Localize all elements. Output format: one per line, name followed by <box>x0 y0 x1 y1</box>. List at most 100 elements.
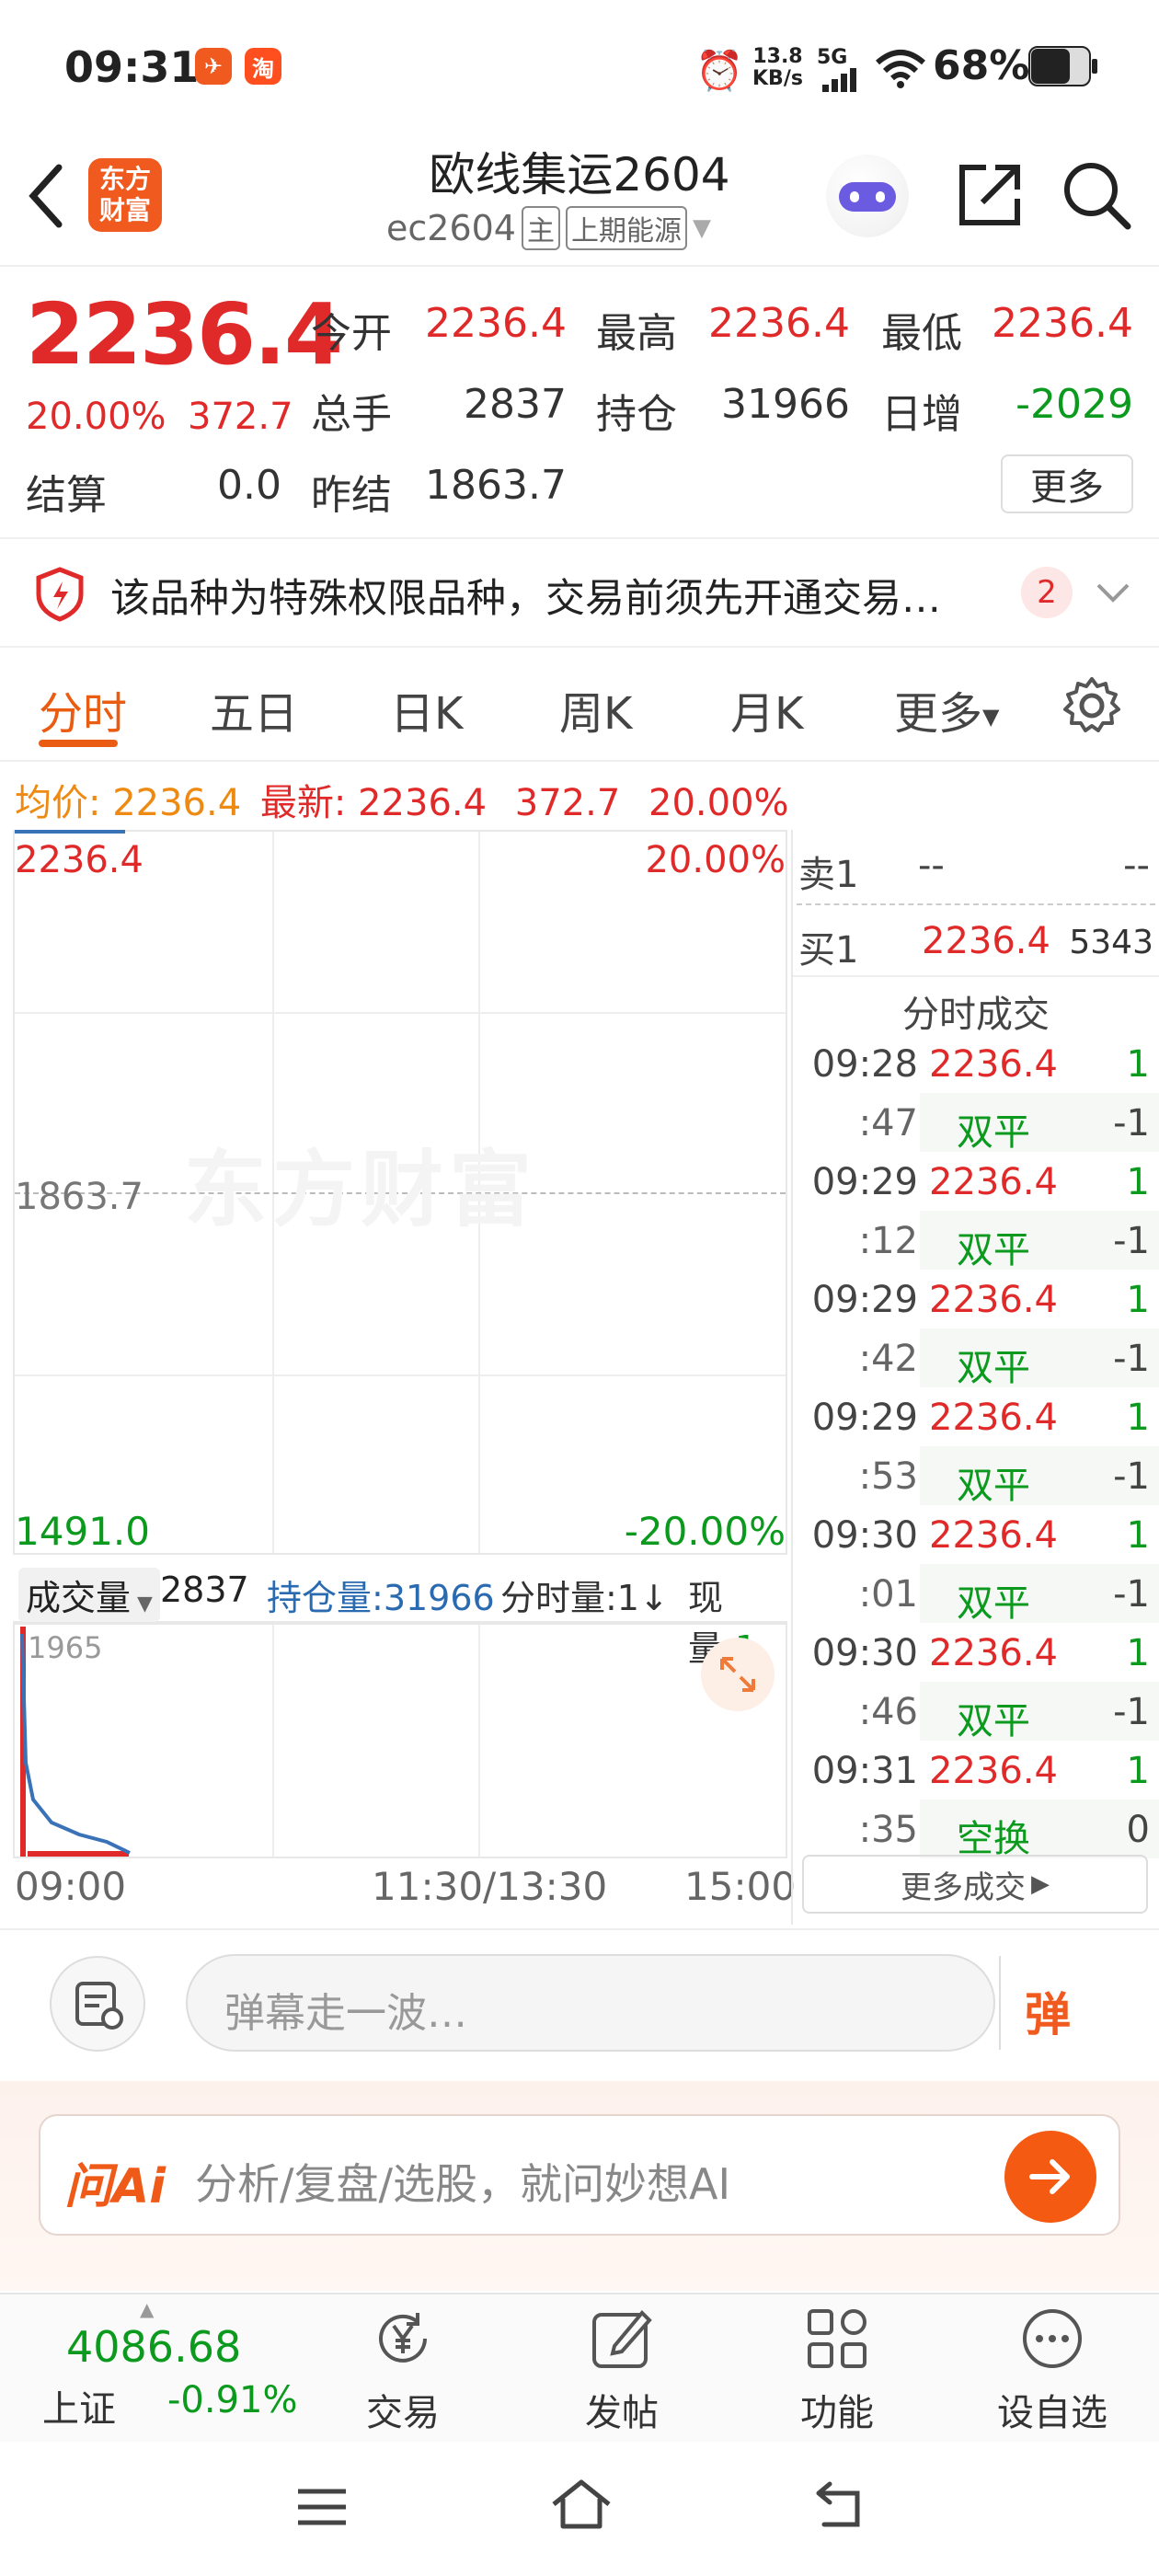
nav-post-label: 发帖 <box>585 2392 659 2434</box>
grid-line <box>15 1012 786 1014</box>
tab-monthly-k[interactable]: 月K <box>730 677 803 742</box>
status-time: 09:31 <box>64 42 200 92</box>
nav-add-watchlist[interactable]: 设自选 <box>979 2304 1126 2436</box>
bid1-volume: 5343 <box>1069 924 1153 961</box>
trade-time: 09:29 <box>811 1279 918 1321</box>
instrument-subtitle[interactable]: ec2604 主 上期能源 ▼ <box>386 206 711 250</box>
divider <box>999 1956 1001 2050</box>
daily-increase-label: 日增 <box>881 391 962 438</box>
search-icon[interactable] <box>1060 158 1133 232</box>
trade-time: 09:28 <box>811 1043 918 1086</box>
minute-volume: 分时量:1↓ <box>500 1578 669 1618</box>
trade-volume: -1 <box>1113 1102 1150 1144</box>
trade-price: 2236.4 <box>929 1632 1058 1674</box>
more-quote-button[interactable]: 更多 <box>1001 454 1133 513</box>
danmaku-send-button[interactable]: 弹 <box>1025 1978 1071 2044</box>
trade-price: 2236.4 <box>929 1161 1058 1203</box>
trade-row: :53 双平 -1 <box>791 1446 1159 1507</box>
latest-change: 372.7 <box>514 782 621 824</box>
chart-bottom-price: 1491.0 <box>15 1509 150 1554</box>
watermark: 东方财富 <box>184 1142 537 1238</box>
index-value[interactable]: 4086.68 <box>66 2322 241 2372</box>
trade-volume: 1 <box>1126 1043 1150 1086</box>
trade-row: :35 空换 0 <box>791 1800 1159 1860</box>
taobao-icon: 淘 <box>245 48 281 85</box>
back-nav-icon[interactable] <box>809 2480 868 2532</box>
nav-trade[interactable]: 交易 <box>329 2304 476 2436</box>
danmaku-send-label: 弹 <box>1025 1988 1071 2041</box>
back-icon[interactable] <box>24 162 66 230</box>
trade-time: 09:29 <box>811 1397 918 1439</box>
trade-time: :53 <box>858 1455 918 1498</box>
open-interest-value: 31966 <box>721 381 850 428</box>
volume-selector-dropdown-icon: ▼ <box>131 1593 153 1616</box>
home-icon[interactable] <box>548 2477 614 2534</box>
settle-label: 结算 <box>26 472 107 519</box>
latest-value: 2236.4 <box>358 782 488 824</box>
trade-row: :47 双平 -1 <box>791 1093 1159 1154</box>
trades-title: 分时成交 <box>902 994 1050 1036</box>
volume-selector[interactable]: 成交量 ▼ <box>18 1568 160 1622</box>
menu-icon[interactable] <box>294 2484 350 2530</box>
trade-row: :12 双平 -1 <box>791 1211 1159 1271</box>
notice-text: 该品种为特殊权限品种，交易前须先开通交易… <box>110 576 941 622</box>
trade-volume: 1 <box>1126 1750 1150 1792</box>
trade-volume: 0 <box>1126 1809 1150 1851</box>
trade-price: 双平 <box>957 1582 1030 1625</box>
chart-top-price: 2236.4 <box>15 839 143 881</box>
share-icon[interactable] <box>955 160 1025 230</box>
tab-more[interactable]: 更多▼ <box>894 677 999 742</box>
index-change[interactable]: -0.91% <box>167 2379 298 2421</box>
ask1-label: 卖1 <box>798 854 859 896</box>
change-amount: 372.7 <box>188 396 293 438</box>
index-name[interactable]: 上证 <box>42 2379 116 2432</box>
trade-time: :01 <box>858 1573 918 1616</box>
more-trades-label: 更多成交 <box>901 1869 1026 1906</box>
tab-daily-k[interactable]: 日K <box>390 677 463 742</box>
tab-intraday[interactable]: 分时 <box>39 677 127 742</box>
notice-count-badge: 2 <box>1021 567 1073 618</box>
bid1-price: 2236.4 <box>922 920 1050 962</box>
expand-icon <box>720 1657 755 1692</box>
trade-price: 双平 <box>957 1465 1030 1507</box>
trade-row: 09:29 2236.4 1 <box>791 1270 1159 1328</box>
trade-price: 双平 <box>957 1111 1030 1154</box>
trade-price: 2236.4 <box>929 1514 1058 1557</box>
trade-price: 2236.4 <box>929 1750 1058 1792</box>
divider <box>793 975 1159 977</box>
latest-percent: 20.00% <box>648 782 789 824</box>
brand-logo[interactable]: 东方 财富 <box>88 158 162 232</box>
more-trades-button[interactable]: 更多成交 ▶ <box>802 1855 1148 1914</box>
nav-add-watchlist-label: 设自选 <box>997 2392 1107 2434</box>
chevron-down-icon[interactable] <box>1095 580 1131 607</box>
assistant-avatar[interactable] <box>826 155 909 237</box>
avg-price-value: 2236.4 <box>112 782 242 824</box>
open-interest-label: 持仓 <box>596 391 677 438</box>
low-label: 最低 <box>881 310 962 357</box>
high-value: 2236.4 <box>708 300 850 347</box>
trade-price: 2236.4 <box>929 1397 1058 1439</box>
trade-volume: 1 <box>1126 1514 1150 1557</box>
chart-mid-price: 1863.7 <box>15 1176 143 1218</box>
trade-time: :12 <box>858 1220 918 1262</box>
volume-chart[interactable]: 1965 <box>13 1623 787 1858</box>
nav-post[interactable]: 发帖 <box>548 2304 695 2436</box>
ai-placeholder: 分析/复盘/选股，就问妙想AI <box>195 2159 731 2209</box>
brand-logo-line1: 东方 <box>98 164 151 194</box>
trade-row: 09:28 2236.4 1 <box>791 1034 1159 1093</box>
more-trades-arrow-icon: ▶ <box>1031 1870 1050 1898</box>
expand-chart-button[interactable] <box>701 1638 775 1711</box>
nav-functions[interactable]: 功能 <box>763 2304 911 2436</box>
trade-price: 双平 <box>957 1347 1030 1389</box>
ai-brand-logo: 问Ai <box>64 2159 166 2214</box>
change-percent: 20.00% <box>26 396 166 438</box>
network-speed-unit: KB/s <box>752 67 803 90</box>
settings-gear-icon[interactable] <box>1061 675 1122 736</box>
tab-five-day[interactable]: 五日 <box>210 677 298 742</box>
tab-weekly-k[interactable]: 周K <box>559 677 632 742</box>
danmaku-settings-button[interactable] <box>50 1956 145 2052</box>
trade-row: :01 双平 -1 <box>791 1564 1159 1625</box>
time-axis-mid: 11:30/13:30 <box>372 1864 608 1909</box>
ai-send-button[interactable] <box>1004 2131 1096 2223</box>
trade-yuan-icon <box>379 2313 427 2363</box>
